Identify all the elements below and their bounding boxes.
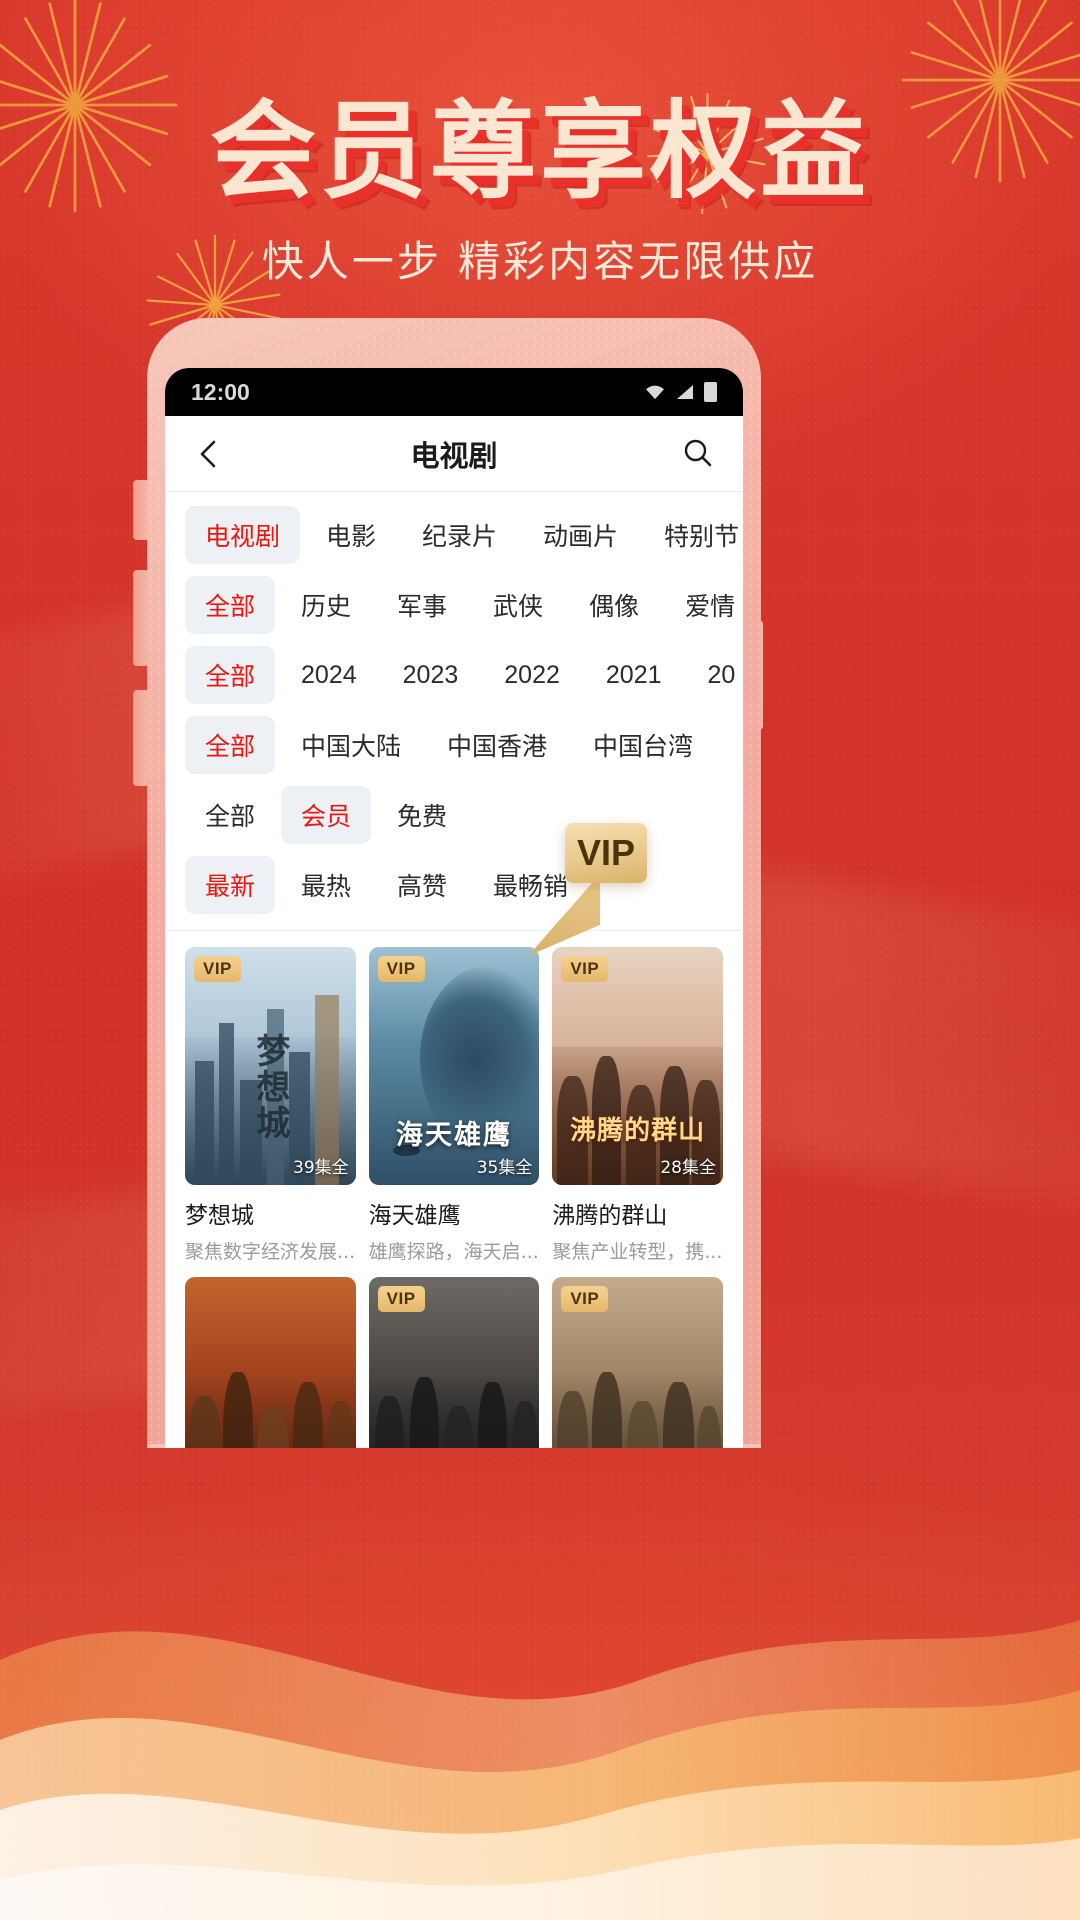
filter-chip-sort-0[interactable]: 最新 bbox=[185, 856, 276, 914]
filter-chip-membership-0[interactable]: 全部 bbox=[185, 786, 275, 844]
item-title: 沸腾的群山 bbox=[552, 1203, 668, 1229]
signal-icon bbox=[677, 385, 693, 399]
filter-chip-genre-2[interactable]: 军事 bbox=[377, 576, 467, 634]
status-bar: 12:00 bbox=[165, 368, 743, 416]
filter-chip-genre-0[interactable]: 全部 bbox=[185, 576, 276, 634]
item-title: 梦想城 bbox=[185, 1203, 254, 1229]
filter-chip-sort-2[interactable]: 高赞 bbox=[377, 856, 467, 914]
battery-icon bbox=[704, 382, 717, 402]
filter-chip-year-2[interactable]: 2023 bbox=[383, 650, 479, 701]
filter-chip-genre-3[interactable]: 武侠 bbox=[473, 576, 563, 634]
filter-chip-year-5[interactable]: 20 bbox=[688, 650, 743, 701]
search-icon[interactable] bbox=[681, 436, 717, 472]
phone-screen: 12:00 电视剧 电视剧 电影 纪录片 动画片 特别节 全部 历史 军事 武侠… bbox=[165, 368, 743, 1448]
filter-chip-region-0[interactable]: 全部 bbox=[185, 716, 276, 774]
filter-chip-year-0[interactable]: 全部 bbox=[185, 646, 276, 704]
filter-chip-year-1[interactable]: 2024 bbox=[281, 650, 377, 701]
filter-chip-region-1[interactable]: 中国大陆 bbox=[281, 716, 421, 774]
vip-badge: VIP bbox=[377, 1286, 425, 1312]
filter-chip-region-3[interactable]: 中国台湾 bbox=[573, 716, 713, 774]
filter-chip-category-1[interactable]: 电影 bbox=[306, 506, 396, 564]
app-page-title: 电视剧 bbox=[410, 438, 498, 473]
episode-count: 28集全 bbox=[660, 1158, 716, 1178]
filter-chip-region-2[interactable]: 中国香港 bbox=[427, 716, 567, 774]
filter-chip-category-4[interactable]: 特别节目 bbox=[644, 506, 743, 564]
vip-badge: VIP bbox=[377, 956, 425, 982]
list-item[interactable]: VIP bbox=[368, 1277, 540, 1448]
poster-thumbnail[interactable]: VIP bbox=[552, 1277, 723, 1448]
poster-thumbnail[interactable]: VIP bbox=[368, 1277, 540, 1448]
poster-grid: 梦想城 VIP 39集全 梦想城 聚焦数字经济发展... 海天雄鹰 VIP 35 bbox=[165, 931, 743, 1448]
poster-thumbnail[interactable]: 沸腾的群山 VIP 28集全 bbox=[552, 947, 723, 1185]
page-title: 会员尊享权益 bbox=[210, 90, 870, 213]
filter-chip-genre-5[interactable]: 爱情 bbox=[665, 576, 743, 634]
filter-chip-category-3[interactable]: 动画片 bbox=[523, 506, 638, 564]
filter-chip-year-3[interactable]: 2022 bbox=[484, 650, 580, 701]
filter-panel: 电视剧 电影 纪录片 动画片 特别节目 全部 历史 军事 武侠 偶像 爱情 全部… bbox=[165, 492, 743, 924]
vip-badge: VIP bbox=[561, 1286, 609, 1312]
poster-artwork-title: 沸腾的群山 bbox=[570, 1115, 706, 1146]
vip-badge: VIP bbox=[194, 956, 241, 982]
filter-chip-category-2[interactable]: 纪录片 bbox=[402, 506, 517, 564]
filter-row-region: 全部 中国大陆 中国香港 中国台湾 bbox=[165, 710, 743, 780]
phone-mockup: 12:00 电视剧 电视剧 电影 纪录片 动画片 特别节 全部 历史 军事 武侠… bbox=[147, 318, 761, 1448]
filter-row-membership: 全部 会员 免费 bbox=[165, 780, 743, 850]
wifi-icon bbox=[646, 385, 664, 400]
promo-title-block: 会员尊享权益 bbox=[0, 90, 1080, 213]
poster-thumbnail[interactable]: 海天雄鹰 VIP 35集全 bbox=[368, 947, 540, 1185]
filter-chip-membership-1[interactable]: 会员 bbox=[281, 786, 372, 844]
episode-count: 39集全 bbox=[293, 1158, 349, 1178]
list-item[interactable]: 梦想城 VIP 39集全 梦想城 聚焦数字经济发展... bbox=[185, 947, 356, 1264]
vip-callout-badge: VIP bbox=[565, 823, 647, 883]
list-item[interactable]: 沸腾的群山 VIP 28集全 沸腾的群山 聚焦产业转型，携... bbox=[552, 947, 723, 1264]
item-description: 聚焦数字经济发展... bbox=[185, 1241, 356, 1263]
filter-row-sort: 最新 最热 高赞 最畅销 bbox=[165, 850, 743, 920]
item-description: 雄鹰探路，海天启... bbox=[368, 1241, 539, 1263]
filter-chip-sort-1[interactable]: 最热 bbox=[281, 856, 371, 914]
list-item[interactable]: VIP bbox=[552, 1277, 723, 1448]
vip-badge: VIP bbox=[561, 956, 609, 982]
poster-artwork-title: 梦想城 bbox=[249, 1032, 290, 1141]
filter-chip-membership-2[interactable]: 免费 bbox=[377, 786, 467, 844]
item-description: 聚焦产业转型，携... bbox=[552, 1241, 723, 1263]
list-item[interactable]: 海天雄鹰 VIP 35集全 海天雄鹰 雄鹰探路，海天启... bbox=[368, 947, 540, 1264]
promo-subtitle: 快人一步 精彩内容无限供应 bbox=[261, 237, 819, 286]
filter-row-genre: 全部 历史 军事 武侠 偶像 爱情 bbox=[165, 570, 743, 640]
filter-chip-category-0[interactable]: 电视剧 bbox=[185, 506, 301, 564]
poster-artwork-title: 海天雄鹰 bbox=[395, 1119, 512, 1151]
filter-row-category: 电视剧 电影 纪录片 动画片 特别节目 bbox=[165, 500, 743, 570]
item-title: 海天雄鹰 bbox=[368, 1203, 461, 1229]
filter-chip-genre-4[interactable]: 偶像 bbox=[569, 576, 659, 634]
poster-thumbnail[interactable] bbox=[185, 1277, 356, 1448]
list-item[interactable] bbox=[185, 1277, 356, 1448]
promo-poster-background: 会员尊享权益 快人一步 精彩内容无限供应 12:00 电视剧 电视剧 电影 纪录… bbox=[0, 0, 1080, 1920]
poster-thumbnail[interactable]: 梦想城 VIP 39集全 bbox=[185, 947, 356, 1185]
episode-count: 35集全 bbox=[476, 1158, 533, 1178]
filter-chip-year-4[interactable]: 2021 bbox=[586, 650, 682, 701]
filter-row-year: 全部 2024 2023 2022 2021 20 bbox=[165, 640, 743, 710]
filter-chip-genre-1[interactable]: 历史 bbox=[281, 576, 371, 634]
status-bar-time: 12:00 bbox=[191, 378, 250, 405]
status-bar-icons bbox=[644, 382, 717, 402]
app-navbar: 电视剧 bbox=[165, 416, 743, 492]
